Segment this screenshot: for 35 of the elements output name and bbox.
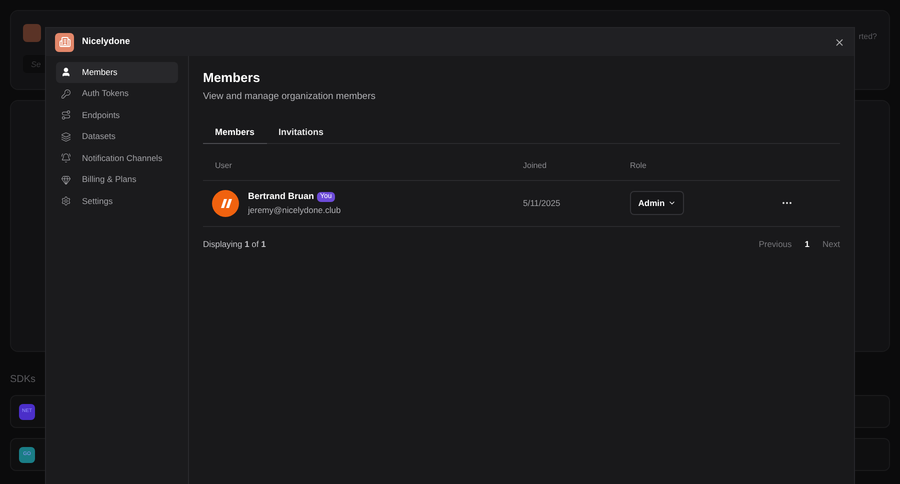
column-header: User — [214, 160, 232, 172]
route-icon — [61, 110, 71, 120]
previous-link[interactable]: Previous — [758, 238, 792, 250]
org-name: Nicelydone — [82, 35, 132, 48]
next-link[interactable]: Next — [822, 238, 840, 250]
sidebar-item[interactable]: Billing & Plans — [56, 170, 178, 190]
page-number[interactable]: 1 — [804, 238, 810, 250]
page-subtitle: View and manage organization members — [203, 90, 377, 104]
settings-icon — [61, 196, 71, 206]
column-header: Role — [630, 160, 646, 172]
layers-icon — [61, 132, 71, 142]
header-text: rted? — [858, 31, 877, 43]
person-icon — [61, 67, 71, 78]
joined-date: 5/11/2025 — [523, 196, 560, 210]
gem-icon — [61, 174, 71, 185]
member-name: Bertrand Bruan — [248, 190, 314, 204]
avatar-icon — [212, 190, 239, 217]
member-email: jeremy@nicelydone.club — [248, 204, 341, 216]
sidebar-item[interactable]: Auth Tokens — [56, 84, 178, 104]
column-header: Joined — [523, 160, 547, 172]
sdks-heading: SDKs — [10, 373, 37, 387]
sidebar-item[interactable]: Members — [56, 62, 178, 82]
key-icon — [61, 88, 71, 99]
org-logo-icon — [55, 32, 74, 52]
pagination-summary: Displaying 1 of 1 — [203, 238, 266, 250]
logo-icon — [23, 24, 41, 42]
page-title: Members — [203, 69, 262, 87]
sidebar-item[interactable]: Datasets — [56, 126, 178, 147]
sidebar-item[interactable]: Settings — [56, 191, 178, 212]
bell-icon — [61, 153, 71, 164]
sidebar-item[interactable]: Endpoints — [56, 105, 178, 126]
tab[interactable]: Invitations — [266, 122, 336, 144]
role-dropdown[interactable]: Admin — [630, 191, 684, 216]
tab[interactable]: Members — [203, 122, 267, 144]
sidebar-item[interactable]: Notification Channels — [56, 148, 178, 168]
